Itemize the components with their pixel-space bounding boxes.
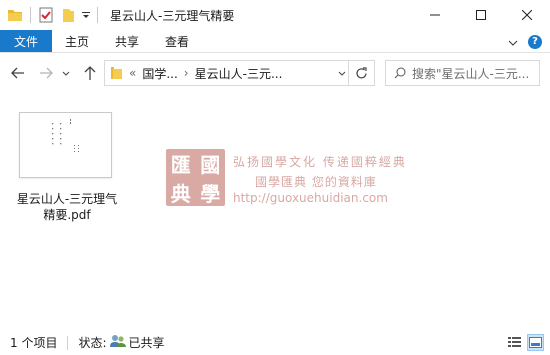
up-button[interactable]: [80, 63, 100, 83]
address-bar[interactable]: « 国学... › 星云山人-三元...: [104, 60, 375, 86]
back-button[interactable]: [8, 63, 28, 83]
status-bar: 1 个项目 状态: 已共享: [0, 330, 550, 355]
tab-home[interactable]: 主页: [52, 30, 102, 52]
item-count: 1 个项目: [10, 336, 58, 350]
seal-char: 匯: [170, 153, 191, 177]
properties-icon[interactable]: [37, 6, 55, 24]
window-title: 星云山人-三元理气精要: [110, 8, 235, 23]
breadcrumb-item[interactable]: 星云山人-三元...: [195, 65, 283, 82]
toolbar-divider: [97, 7, 98, 23]
folder-icon[interactable]: [6, 6, 24, 24]
watermark-url: http://guoxuehuidian.com: [233, 191, 388, 205]
watermark-seal: 匯 國 典 學: [166, 149, 225, 206]
minimize-button[interactable]: [412, 0, 458, 30]
users-icon: [109, 334, 126, 351]
quick-access-toolbar: [0, 0, 104, 30]
address-dropdown-icon[interactable]: [338, 66, 346, 79]
ribbon-tabs: 文件 主页 共享 查看 ?: [0, 30, 550, 53]
refresh-button[interactable]: [348, 61, 374, 85]
search-placeholder: 搜索"星云山人-三元...: [412, 66, 530, 81]
navigation-bar: « 国学... › 星云山人-三元... 搜索"星云山人-三元...: [0, 53, 550, 93]
overflow-chevron-icon[interactable]: «: [129, 66, 136, 80]
file-name: 星云山人-三元理气精要.pdf: [16, 192, 118, 222]
large-icons-view-button[interactable]: [527, 334, 544, 351]
help-icon[interactable]: ?: [528, 34, 542, 49]
breadcrumb-item[interactable]: 国学...: [142, 65, 177, 82]
tab-file[interactable]: 文件: [0, 30, 53, 52]
share-label: 状态:: [78, 336, 107, 350]
watermark-slogan: 弘扬國學文化 传递國粹經典: [233, 155, 407, 169]
maximize-button[interactable]: [458, 0, 504, 30]
share-value: 已共享: [128, 336, 165, 350]
forward-button[interactable]: [36, 63, 56, 83]
expand-ribbon-icon[interactable]: [508, 35, 518, 49]
search-icon: [394, 67, 406, 79]
tab-view[interactable]: 查看: [152, 30, 202, 52]
folder-icon: [111, 66, 123, 80]
new-folder-icon[interactable]: [59, 6, 77, 24]
seal-char: 學: [200, 182, 221, 206]
window-controls: [412, 0, 550, 30]
file-list: 星云山人-三元理气精要.pdf 匯 國 典 學 弘扬國學文化 传递國粹經典 國學…: [0, 93, 550, 330]
seal-char: 國: [200, 153, 221, 177]
tab-share[interactable]: 共享: [102, 30, 152, 52]
close-button[interactable]: [504, 0, 550, 30]
breadcrumb-separator-icon[interactable]: ›: [184, 66, 189, 80]
recent-locations-icon[interactable]: [60, 63, 72, 83]
customize-toolbar-icon[interactable]: [81, 6, 91, 24]
share-status: 状态: 已共享: [78, 334, 165, 351]
seal-char: 典: [170, 182, 191, 206]
toolbar-divider: [30, 7, 31, 23]
watermark-subtitle: 國學匯典 您的資料庫: [255, 175, 377, 189]
status-divider: [67, 335, 69, 350]
pdf-thumbnail: [19, 112, 112, 178]
title-bar: 星云山人-三元理气精要: [0, 0, 550, 30]
details-view-button[interactable]: [506, 334, 523, 351]
view-toggle: [506, 334, 544, 351]
search-input[interactable]: 搜索"星云山人-三元...: [385, 60, 540, 86]
